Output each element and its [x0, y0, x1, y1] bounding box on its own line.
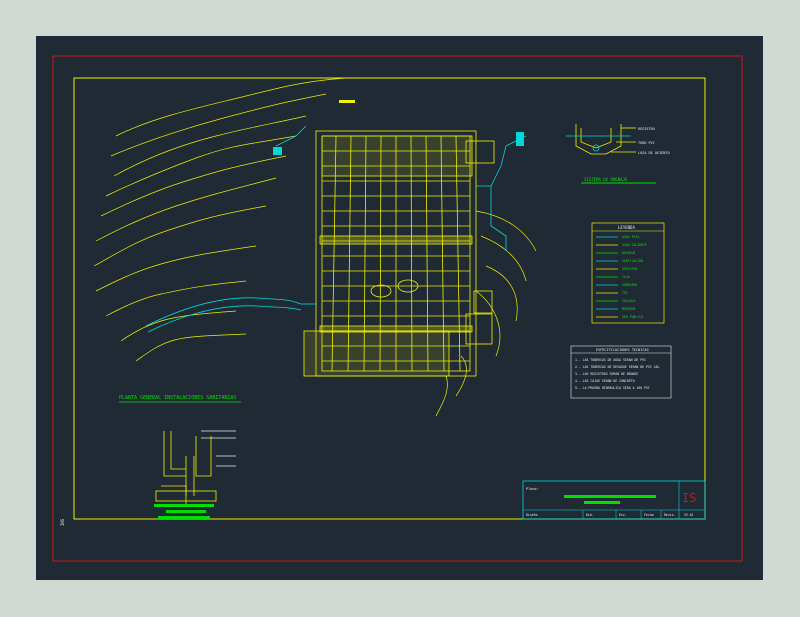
legend-label: AGUA CALIENTE [622, 243, 647, 247]
note-line: 1.- LAS TUBERIAS DE AGUA SERAN DE PVC [575, 358, 646, 362]
detail-label-3: LOSA DE ASIENTO [638, 151, 670, 155]
title-block-code: IS-01 [684, 513, 694, 517]
title-block-field-5: Revis. [664, 513, 676, 517]
legend-label: TEE [622, 291, 628, 295]
title-block-logo: IS [682, 491, 696, 505]
building-plan [303, 130, 495, 377]
note-line: 4.- LAS CAJAS SERAN DE CONCRETO [575, 379, 635, 383]
detail-label-2: TUBO PVC [638, 141, 655, 145]
outer-frame [52, 55, 743, 562]
legend-label: CAJA [622, 275, 630, 279]
legend-label: VALVULA [622, 299, 636, 303]
legend-label: SUMIDERO [622, 283, 637, 287]
legend-label: AGUA FRIA [622, 235, 639, 239]
title-block [522, 480, 706, 520]
note-line: 3.- LOS REGISTROS SERAN DE BRONCE [575, 372, 638, 376]
title-block-field-2: Dib. [586, 513, 594, 517]
plan-title: PLANTA GENERAL INSTALACIONES SANITARIAS [119, 395, 236, 401]
legend-label: DESAGUE [622, 251, 636, 255]
note-line: 2.- LAS TUBERIAS DE DESAGUE SERAN DE PVC… [575, 365, 660, 369]
legend-label: RED PUBLICA [622, 315, 643, 319]
drawing-sheet: SISTEMA DE DRENAJE REGISTRO TUBO PVC LOS… [36, 36, 763, 580]
notes-title: ESPECIFICACIONES TECNICAS [596, 348, 649, 352]
detail-bar-1 [154, 504, 214, 507]
title-block-field-4: Fecha [644, 513, 654, 517]
legend-table: AGUA FRIA AGUA CALIENTE DESAGUE VENTILACION… [591, 222, 665, 324]
marker-right [516, 132, 524, 146]
detail-bar-2 [166, 510, 206, 513]
legend-title: LEYENDA [618, 225, 635, 230]
legend-label: REGISTRO [622, 267, 637, 271]
marker-left [273, 147, 282, 155]
note-line: 5.- LA PRUEBA HIDRAULICA SERA A 100 PSI [575, 386, 650, 390]
marker-top [339, 100, 355, 103]
title-block-field-1: Diseño [526, 513, 538, 517]
title-block-field-3: Esc. [619, 513, 627, 517]
section-detail [566, 124, 636, 155]
legend-label: MEDIDOR [622, 307, 636, 311]
detail-bar-3 [158, 516, 210, 519]
side-label: INS [60, 518, 65, 526]
detail-title: SISTEMA DE DRENAJE [584, 177, 628, 182]
cad-canvas: SISTEMA DE DRENAJE REGISTRO TUBO PVC LOS… [52, 55, 743, 562]
legend-label: VENTILACION [622, 259, 643, 263]
title-block-name: Plano: [526, 487, 539, 491]
drainage-detail [155, 430, 236, 506]
detail-label-1: REGISTRO [638, 127, 655, 131]
